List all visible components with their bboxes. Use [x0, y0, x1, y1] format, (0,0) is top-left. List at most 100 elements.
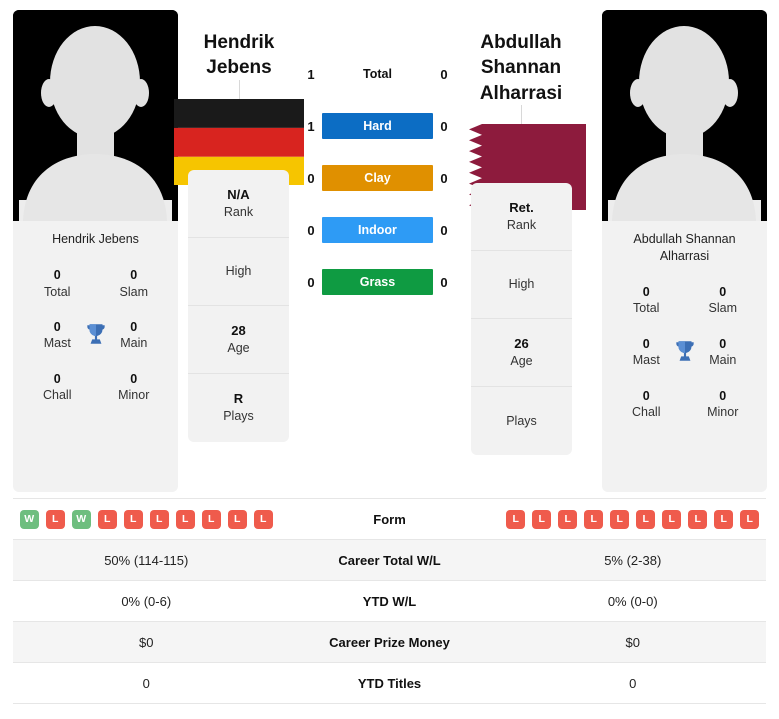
form-badge-loss[interactable]: L [714, 509, 734, 529]
form-badge-loss[interactable]: L [123, 509, 143, 529]
player-name-line: Alharrasi [479, 82, 563, 104]
title-value: 0 [53, 267, 61, 282]
form-badge-loss[interactable]: L [662, 509, 682, 529]
form-badge-loss[interactable]: L [610, 509, 630, 529]
stat-row-label: YTD W/L [362, 593, 417, 609]
info-row: 28 Age [188, 306, 289, 374]
titles-grid-right: 0 Total 0 Slam 0 Mast 0 Main 0 Chall 0 M… [608, 281, 761, 421]
player-column-right: Abdullah Shannan Alharrasi 0 Total 0 Sla… [602, 10, 767, 492]
form-badges-right: LLLLLLLLLL [500, 509, 767, 529]
surface-label: Grass [322, 269, 433, 295]
stat-row-label: YTD Titles [357, 675, 422, 691]
form-badge-loss[interactable]: L [227, 509, 247, 529]
title-value: 0 [642, 388, 650, 403]
info-row: R Plays [188, 374, 289, 442]
title-label: Total [633, 301, 660, 316]
form-badge-loss[interactable]: L [636, 509, 656, 529]
player-name-line: Jebens [206, 57, 272, 79]
stat-value-right: 0% (0-0) [607, 593, 658, 609]
titles-grid-left: 0 Total 0 Slam 0 Mast 0 Main 0 Chall 0 M… [19, 264, 172, 404]
form-badge-loss[interactable]: L [740, 509, 760, 529]
surface-right-count: 0 [440, 170, 448, 186]
surface-left-count: 1 [307, 66, 315, 82]
player-titles-card-right: Abdullah Shannan Alharrasi 0 Total 0 Sla… [602, 221, 767, 492]
surface-left-count: 0 [307, 274, 315, 290]
surface-label: Clay [322, 165, 433, 191]
player-photo-left [13, 10, 178, 221]
info-value: N/A [227, 186, 250, 202]
stat-value-right: 5% (2-38) [604, 552, 662, 568]
info-value: 26 [514, 335, 529, 351]
title-stat: 0 Minor [685, 389, 762, 421]
surface-row-grass: 0 Grass 0 [300, 268, 455, 296]
player-name-line: Shannan [480, 57, 562, 79]
info-label: Age [510, 353, 533, 368]
player-name-line: Hendrik [203, 32, 275, 53]
title-value: 0 [130, 267, 138, 282]
title-stat: 0 Total [19, 268, 96, 300]
title-label: Minor [118, 388, 150, 403]
form-badge-loss[interactable]: L [532, 509, 552, 529]
stat-row-label: Career Prize Money [329, 634, 450, 650]
title-stat: 0 Minor [96, 372, 173, 404]
form-badge-win[interactable]: W [71, 509, 91, 529]
title-value: 0 [642, 284, 650, 299]
surface-right-count: 0 [440, 274, 448, 290]
info-row: 26 Age [471, 319, 572, 387]
info-label: Rank [223, 204, 254, 219]
surface-label: Indoor [322, 217, 433, 243]
title-label: Slam [708, 301, 737, 316]
surface-right-count: 0 [440, 66, 448, 82]
info-value: 28 [231, 322, 246, 338]
info-label: Plays [506, 413, 537, 428]
title-stat: 0 Total [608, 285, 685, 317]
title-label: Total [44, 284, 71, 299]
info-row: Ret. Rank [471, 183, 572, 251]
table-row-career-prize-money: $0 Career Prize Money $0 [13, 622, 766, 663]
info-row: High [188, 238, 289, 306]
stat-value-right: $0 [625, 634, 640, 650]
table-row-form: WLWLLLLLLL Form LLLLLLLLLL [13, 499, 766, 540]
surface-row-hard: 1 Hard 0 [300, 112, 455, 140]
surface-left-count: 0 [307, 170, 315, 186]
surface-row-total: 1 Total 0 [300, 60, 455, 88]
form-badge-win[interactable]: W [19, 509, 39, 529]
title-label: Slam [119, 284, 148, 299]
form-badge-loss[interactable]: L [175, 509, 195, 529]
player-name-left: Hendrik Jebens [174, 30, 304, 81]
title-stat: 0 Slam [96, 268, 173, 300]
head-to-head-section: Hendrik Jebens 0 Total 0 Slam 0 Mast 0 M… [0, 0, 779, 492]
player-name-line: Abdullah [480, 32, 562, 53]
stat-value-right: 0 [629, 675, 637, 691]
form-badge-loss[interactable]: L [253, 509, 273, 529]
title-stat: 0 Chall [19, 372, 96, 404]
title-label: Chall [632, 405, 661, 420]
form-badge-loss[interactable]: L [45, 509, 65, 529]
form-badge-loss[interactable]: L [584, 509, 604, 529]
title-stat: 0 Slam [685, 285, 762, 317]
info-label: Rank [506, 217, 537, 232]
form-badge-loss[interactable]: L [149, 509, 169, 529]
stat-value-left: $0 [139, 634, 154, 650]
info-label: Age [227, 340, 250, 355]
form-badge-loss[interactable]: L [506, 509, 526, 529]
info-label: Plays [223, 409, 254, 424]
surface-left-count: 0 [307, 222, 315, 238]
info-row: High [471, 251, 572, 319]
player-titles-card-left: Hendrik Jebens 0 Total 0 Slam 0 Mast 0 M… [13, 221, 178, 492]
player-photo-right [602, 10, 767, 221]
info-label: High [225, 264, 252, 279]
surface-label: Hard [322, 113, 433, 139]
surface-right-count: 0 [440, 222, 448, 238]
title-label: Chall [43, 388, 72, 403]
stat-value-left: 50% (114-115) [104, 552, 189, 568]
stat-row-label: Career Total W/L [338, 552, 441, 568]
info-row: N/A Rank [188, 170, 289, 238]
title-value: 0 [130, 371, 138, 386]
form-badge-loss[interactable]: L [201, 509, 221, 529]
form-badge-loss[interactable]: L [688, 509, 708, 529]
form-badge-loss[interactable]: L [558, 509, 578, 529]
form-badge-loss[interactable]: L [97, 509, 117, 529]
player-name-right: Abdullah Shannan Alharrasi [456, 30, 586, 106]
comparison-stats-table: WLWLLLLLLL Form LLLLLLLLLL 50% (114-115)… [13, 498, 766, 704]
